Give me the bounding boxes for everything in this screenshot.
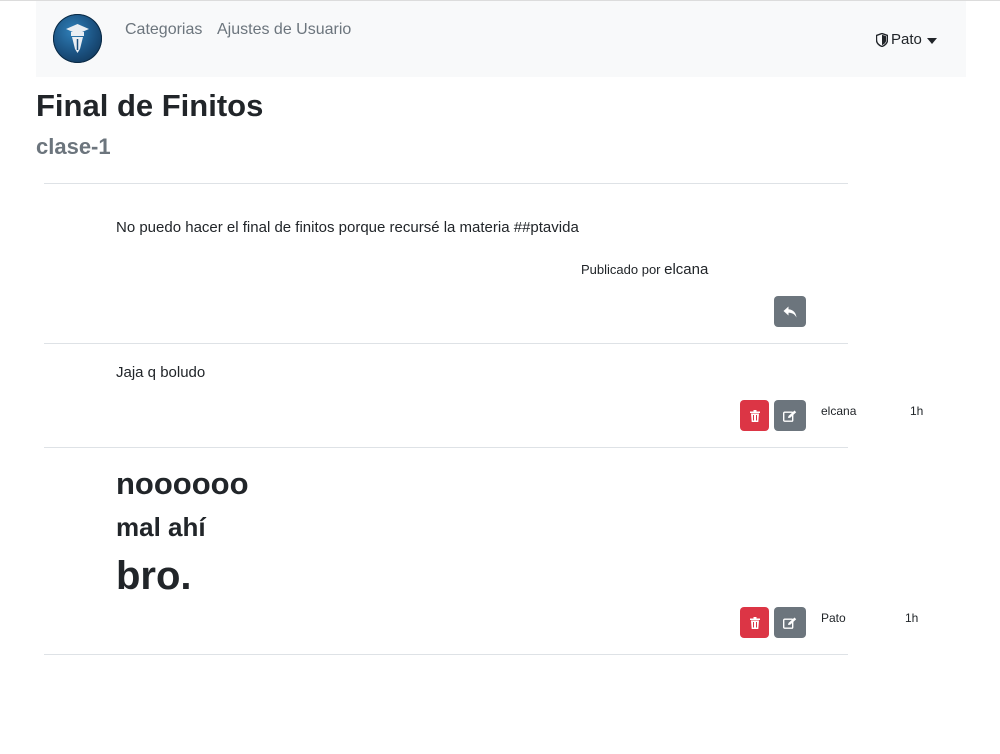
divider	[44, 654, 848, 655]
comment-text: Jaja q boludo	[116, 364, 206, 381]
comment-author: Pato	[821, 611, 846, 625]
edit-comment-button[interactable]	[774, 400, 806, 431]
divider	[44, 447, 848, 448]
trash-icon	[749, 616, 760, 629]
comment-heading-2: mal ahí	[116, 512, 206, 542]
reply-icon	[783, 306, 797, 317]
navbar: Categorias Ajustes de Usuario Pato	[36, 1, 966, 77]
delete-comment-button[interactable]	[740, 607, 769, 638]
delete-comment-button[interactable]	[740, 400, 769, 431]
page-subtitle: clase-1	[36, 134, 111, 159]
post-body: No puedo hacer el final de finitos porqu…	[116, 219, 579, 236]
comment-time: 1h	[910, 404, 924, 418]
divider	[44, 343, 848, 344]
comment-heading-3: bro.	[116, 554, 192, 598]
reply-button[interactable]	[774, 296, 806, 327]
page-title: Final de Finitos	[36, 88, 264, 123]
divider	[44, 183, 848, 184]
user-dropdown[interactable]: Pato	[876, 31, 937, 48]
edit-icon	[783, 617, 797, 629]
user-name: Pato	[891, 31, 922, 48]
edit-comment-button[interactable]	[774, 607, 806, 638]
edit-icon	[783, 410, 797, 422]
comment-time: 1h	[905, 611, 919, 625]
post-author: elcana	[664, 261, 709, 278]
published-label: Publicado por	[581, 262, 661, 277]
caret-down-icon	[926, 37, 937, 44]
trash-icon	[749, 409, 760, 422]
nav-link-categorias[interactable]: Categorias	[125, 21, 202, 39]
comment-author: elcana	[821, 404, 857, 418]
comment-heading-1: noooooo	[116, 466, 249, 501]
nav-link-ajustes-usuario[interactable]: Ajustes de Usuario	[217, 21, 351, 39]
logo-icon[interactable]	[53, 14, 102, 63]
shield-icon	[876, 32, 888, 47]
post-author-line: Publicado por elcana	[581, 261, 708, 278]
